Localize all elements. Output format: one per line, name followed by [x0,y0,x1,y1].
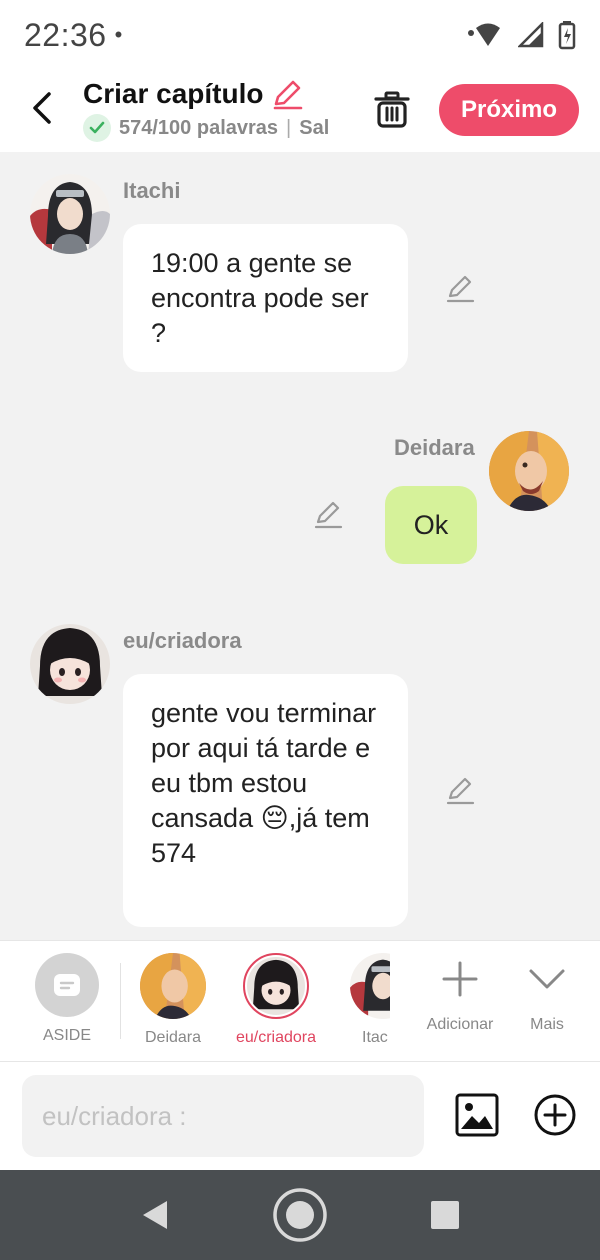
nav-back-button[interactable] [120,1170,190,1260]
character-itachi[interactable]: Itac [350,953,390,1047]
character-bar: ASIDE Deidara eu/criadora Itac Adicionar… [0,940,600,1062]
battery-icon [558,21,576,50]
plus-circle-icon [534,1094,576,1136]
avatar [350,953,390,1019]
add-label: Adicionar [426,1016,494,1033]
aside-icon [35,953,99,1017]
edit-title-icon[interactable] [271,78,303,110]
chevron-left-icon [33,92,51,124]
character-label: Deidara [144,1029,202,1046]
title-block: Criar capítulo 574/100 palavras | Sal [83,78,345,142]
word-count: 574/100 palavras [119,116,279,139]
nav-recents-button[interactable] [410,1170,480,1260]
avatar-itachi[interactable] [30,174,110,254]
status-time: 22:36 [24,16,107,53]
aside-button[interactable]: ASIDE [32,953,102,1045]
nav-home-button[interactable] [265,1170,335,1260]
trash-icon [374,91,410,128]
more-label: Mais [530,1016,564,1033]
signal-icon [518,22,544,48]
title-row: Criar capítulo [83,78,345,110]
avatar-selected [243,953,309,1019]
aside-label: ASIDE [42,1027,91,1044]
add-content-button[interactable] [532,1092,578,1138]
triangle-back-icon [143,1201,167,1229]
status-bar: 22:36 • [0,0,600,70]
avatar-eu-criadora[interactable] [30,624,110,704]
character-label: Itac [362,1029,388,1046]
system-nav-bar [0,1170,600,1260]
header: Criar capítulo 574/100 palavras | Sal Pr… [0,70,600,152]
chevron-down-icon [529,969,565,989]
divider [120,963,121,1039]
message-bubble-mine[interactable]: Ok [385,486,477,564]
plus-icon [442,961,478,997]
message-bubble[interactable]: gente vou terminar por aqui tá tarde e e… [123,674,408,927]
sender-name: Itachi [123,178,181,203]
check-icon [83,114,111,142]
delete-button[interactable] [370,88,414,132]
character-deidara[interactable]: Deidara [138,953,208,1047]
image-icon [455,1093,499,1137]
home-circle-icon [273,1188,327,1242]
next-button[interactable]: Próximo [439,84,579,136]
square-recents-icon [431,1201,459,1229]
avatar-deidara[interactable] [489,431,569,511]
more-button[interactable]: Mais [517,955,577,1034]
notification-dot: • [114,22,123,47]
input-row [0,1062,600,1170]
character-label: eu/criadora [235,1029,317,1046]
add-character-button[interactable]: Adicionar [420,955,500,1034]
separator: | [286,116,292,139]
word-count-row: 574/100 palavras | Sal [83,114,345,142]
chat-area[interactable]: Itachi 19:00 a gente se encontra pode se… [0,152,600,940]
avatar [140,953,206,1019]
insert-image-button[interactable] [454,1092,500,1138]
status-icons [466,20,576,50]
message-input[interactable] [22,1075,424,1157]
page-title: Criar capítulo [83,78,264,109]
character-eu-criadora[interactable]: eu/criadora [232,953,320,1047]
sender-name: Deidara [394,435,475,460]
edit-message-icon[interactable] [312,498,344,530]
wifi-icon [468,23,500,46]
message-bubble[interactable]: 19:00 a gente se encontra pode ser ? [123,224,408,372]
edit-message-icon[interactable] [444,774,476,806]
edit-message-icon[interactable] [444,272,476,304]
back-button[interactable] [22,88,62,128]
truncated-status: Sal [299,116,330,139]
sender-name: eu/criadora [123,628,242,653]
